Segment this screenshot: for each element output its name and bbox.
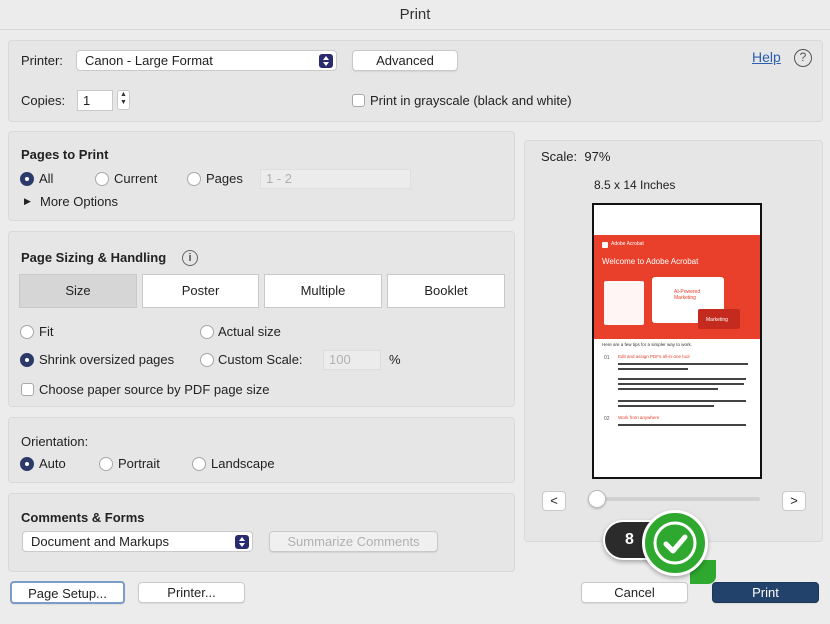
printer-select-value: Canon - Large Format [85, 53, 213, 68]
tab-poster[interactable]: Poster [142, 274, 259, 308]
pages-range-radio[interactable] [187, 172, 201, 186]
preview-text-line [618, 400, 746, 402]
actual-size-radio[interactable] [200, 325, 214, 339]
select-arrows-icon [319, 54, 333, 68]
custom-scale-label: Custom Scale: [218, 352, 303, 367]
copies-label: Copies: [21, 93, 66, 108]
orientation-auto-radio[interactable] [20, 457, 34, 471]
print-button[interactable]: Print [712, 582, 819, 603]
preview-card-left [604, 281, 644, 325]
shrink-oversized-label: Shrink oversized pages [39, 352, 175, 367]
orientation-portrait-radio[interactable] [99, 457, 113, 471]
orientation-landscape-label: Landscape [211, 456, 275, 471]
page-preview: Adobe Acrobat Welcome to Adobe Acrobat A… [592, 203, 762, 479]
preview-section-title: Edit and assign PDFs all-in-one tool [618, 354, 690, 359]
preview-text-line [618, 363, 748, 365]
actual-size-label: Actual size [218, 324, 281, 339]
comments-forms-select-value: Document and Markups [31, 534, 170, 549]
paper-size-label: 8.5 x 14 Inches [594, 178, 676, 192]
preview-intro-text: Here are a few tips for a simpler way to… [602, 342, 693, 347]
paper-source-label: Choose paper source by PDF page size [39, 382, 270, 397]
percent-sign: % [389, 352, 401, 367]
pages-all-radio[interactable] [20, 172, 34, 186]
orientation-title: Orientation: [21, 434, 89, 449]
preview-section-number: 01 [604, 355, 610, 361]
pages-to-print-title: Pages to Print [21, 147, 109, 162]
grayscale-checkbox[interactable] [352, 94, 365, 107]
printer-button[interactable]: Printer... [138, 582, 245, 603]
preview-text-line [618, 424, 746, 426]
help-link[interactable]: Help [752, 49, 781, 65]
preview-text-line [618, 368, 688, 370]
next-page-button[interactable]: > [782, 491, 806, 511]
more-options-toggle[interactable]: More Options [40, 194, 118, 209]
orientation-panel [8, 417, 515, 483]
comments-forms-select[interactable]: Document and Markups [22, 531, 253, 552]
help-icon[interactable]: ? [794, 49, 812, 67]
page-sizing-title: Page Sizing & Handling [21, 250, 167, 265]
page-setup-button[interactable]: Page Setup... [10, 581, 125, 604]
window-title: Print [0, 0, 830, 30]
acrobat-logo-icon [602, 242, 608, 248]
custom-scale-input[interactable]: 100 [323, 350, 381, 370]
orientation-auto-label: Auto [39, 456, 66, 471]
fit-label: Fit [39, 324, 54, 339]
copies-input[interactable]: 1 [77, 90, 113, 111]
tab-booklet[interactable]: Booklet [387, 274, 505, 308]
preview-section-number: 02 [604, 416, 610, 422]
pages-range-label: Pages [206, 171, 243, 186]
pages-current-label: Current [114, 171, 158, 186]
pages-all-label: All [39, 171, 54, 186]
preview-section-title: Work from anywhere [618, 415, 660, 420]
more-options-arrow-icon[interactable]: ▶ [24, 196, 31, 207]
page-slider-track[interactable] [598, 497, 760, 501]
grayscale-label: Print in grayscale (black and white) [370, 93, 572, 108]
select-arrows-icon [235, 535, 249, 549]
copies-stepper[interactable]: ▲ ▼ [117, 90, 130, 110]
advanced-button[interactable]: Advanced [352, 50, 458, 71]
custom-scale-radio[interactable] [200, 353, 214, 367]
fit-radio[interactable] [20, 325, 34, 339]
printer-label: Printer: [21, 53, 63, 68]
info-icon[interactable]: i [182, 250, 198, 266]
preview-sub-label: Marketing [706, 317, 728, 323]
preview-heading: Welcome to Adobe Acrobat [602, 257, 699, 266]
preview-brand: Adobe Acrobat [611, 241, 644, 247]
shrink-oversized-radio[interactable] [20, 353, 34, 367]
prev-page-button[interactable]: < [542, 491, 566, 511]
preview-text-line [618, 405, 714, 407]
tab-size[interactable]: Size [19, 274, 137, 308]
page-slider-knob[interactable] [588, 490, 606, 508]
orientation-portrait-label: Portrait [118, 456, 160, 471]
orientation-landscape-radio[interactable] [192, 457, 206, 471]
pages-range-input[interactable]: 1 - 2 [260, 169, 411, 189]
summarize-comments-button[interactable]: Summarize Comments [269, 531, 438, 552]
preview-text-line [618, 388, 718, 390]
step-number: 8 [625, 531, 634, 548]
cancel-button[interactable]: Cancel [581, 582, 688, 603]
paper-source-checkbox[interactable] [21, 383, 34, 396]
comments-forms-title: Comments & Forms [21, 510, 145, 525]
preview-text-line [618, 378, 746, 380]
preview-card-label: AI-Powered Marketing [674, 289, 701, 301]
preview-text-line [618, 383, 744, 385]
tab-multiple[interactable]: Multiple [264, 274, 382, 308]
pages-current-radio[interactable] [95, 172, 109, 186]
check-badge-icon [642, 510, 708, 576]
scale-readout: Scale: 97% [541, 149, 611, 164]
printer-select[interactable]: Canon - Large Format [76, 50, 337, 71]
